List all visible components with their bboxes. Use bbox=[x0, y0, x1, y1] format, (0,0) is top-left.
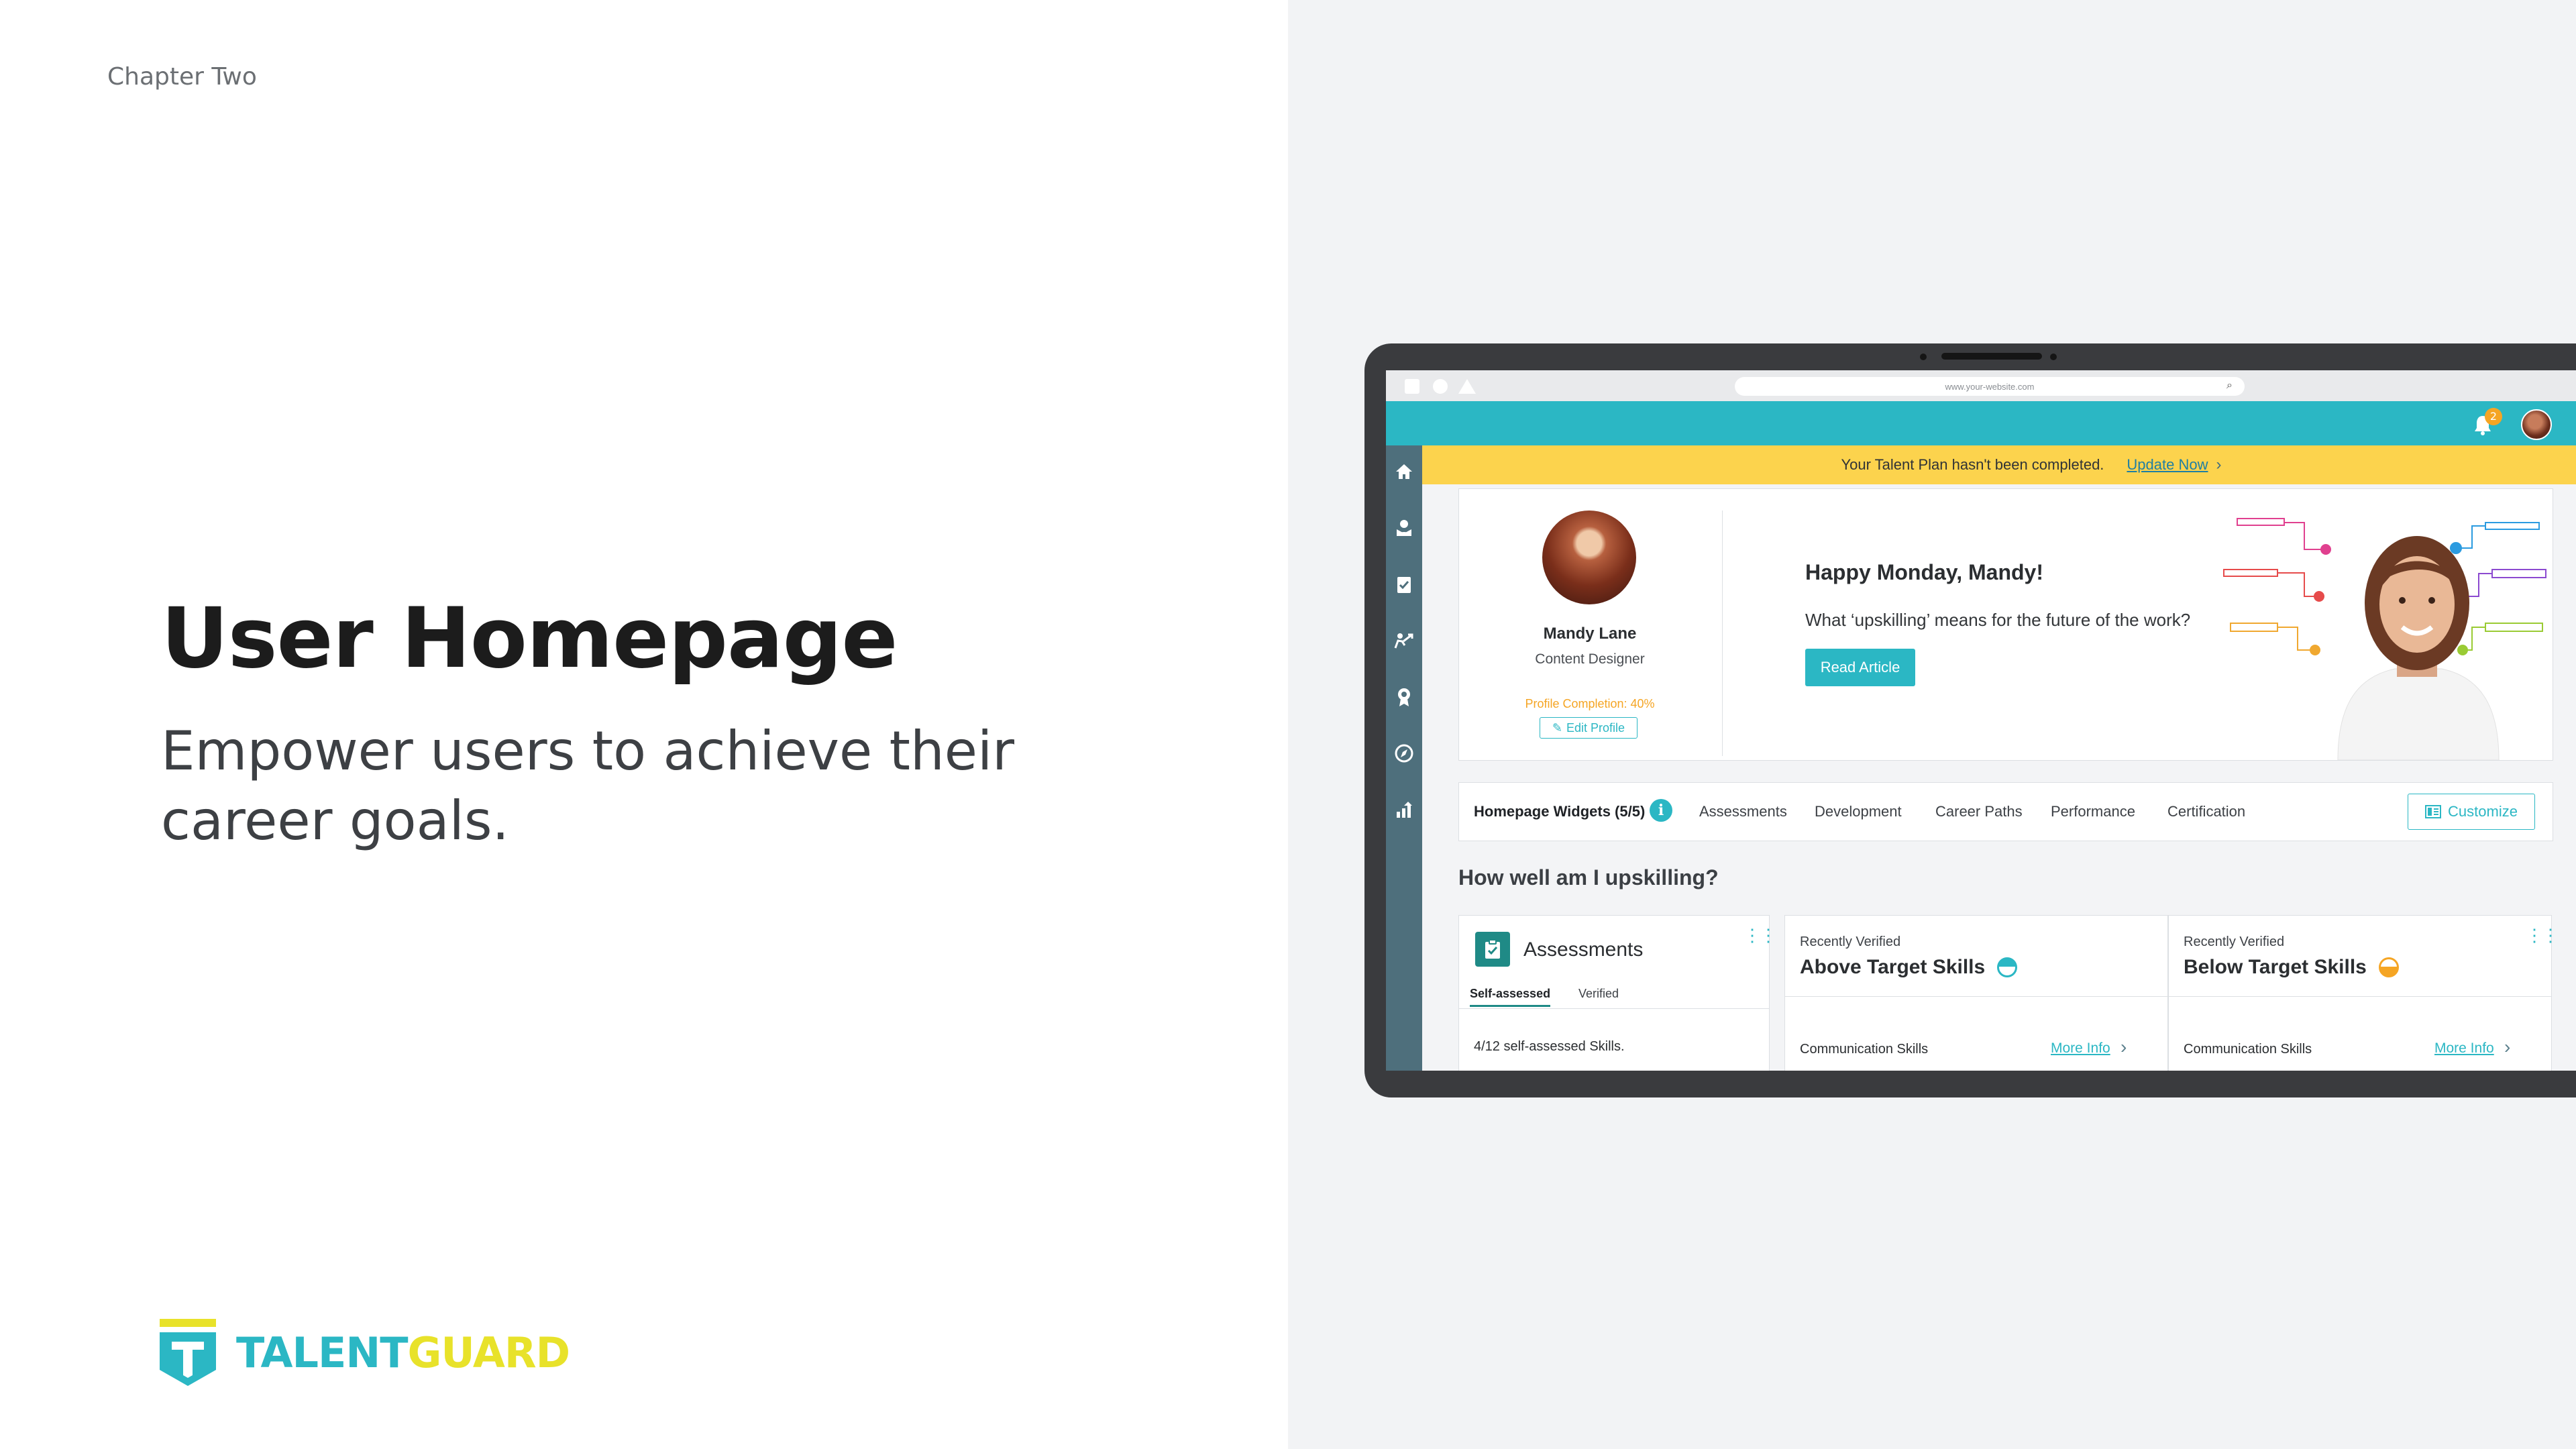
above-target-skills-widget: Recently Verified Above Target Skills Co… bbox=[1784, 915, 2168, 1071]
subtab-verified[interactable]: Verified bbox=[1578, 987, 1619, 1001]
search-icon[interactable]: ⌕ bbox=[2226, 380, 2233, 392]
layout-icon bbox=[2425, 805, 2442, 818]
career-paths-icon[interactable] bbox=[1391, 741, 1417, 766]
browser-triangle-control[interactable] bbox=[1458, 379, 1476, 394]
widgets-tabs-bar: Homepage Widgets (5/5) i Assessments Dev… bbox=[1458, 782, 2553, 841]
logo-text-guard: GUARD bbox=[407, 1328, 571, 1377]
logo-text-talent: TALENT bbox=[236, 1328, 409, 1377]
above-target-indicator-icon bbox=[1997, 957, 2018, 977]
banner-message: Your Talent Plan hasn't been completed. bbox=[1841, 456, 2104, 473]
talentguard-logo: TALENT GUARD bbox=[160, 1319, 570, 1386]
divider bbox=[1785, 996, 2167, 997]
browser-square-control[interactable] bbox=[1405, 379, 1419, 394]
slide-left-panel: Chapter Two User Homepage Empower users … bbox=[0, 0, 1288, 1449]
chevron-right-icon[interactable]: › bbox=[2504, 1036, 2510, 1058]
above-target-title-text: Above Target Skills bbox=[1800, 956, 1986, 978]
divider bbox=[1459, 1008, 1769, 1009]
above-target-title: Above Target Skills bbox=[1800, 956, 2018, 979]
tab-certification[interactable]: Certification bbox=[2167, 803, 2245, 820]
drag-handle-icon[interactable]: ⋮⋮ bbox=[2526, 925, 2559, 946]
url-bar[interactable]: www.your-website.com ⌕ bbox=[1735, 377, 2245, 396]
camera-dot bbox=[1920, 354, 1927, 360]
home-icon[interactable] bbox=[1391, 459, 1417, 484]
camera-dot bbox=[2050, 354, 2057, 360]
profile-completion: Profile Completion: 40% bbox=[1525, 697, 1655, 710]
below-target-title-text: Below Target Skills bbox=[2184, 956, 2367, 978]
notifications-bell-icon[interactable]: 2 bbox=[2470, 408, 2502, 437]
camera-notch bbox=[1941, 353, 2042, 360]
chevron-right-icon[interactable]: › bbox=[2121, 1036, 2127, 1058]
profile-card: Mandy Lane Content Designer Profile Comp… bbox=[1458, 488, 2553, 761]
pencil-icon: ✎ bbox=[1552, 720, 1563, 735]
certification-icon[interactable] bbox=[1391, 684, 1417, 710]
more-info-link[interactable]: More Info bbox=[2051, 1040, 2110, 1057]
clipboard-check-icon bbox=[1475, 932, 1510, 967]
subtab-self-assessed[interactable]: Self-assessed bbox=[1470, 987, 1551, 1007]
url-text: www.your-website.com bbox=[1945, 381, 2035, 392]
tab-assessments[interactable]: Assessments bbox=[1699, 803, 1787, 820]
recently-verified-label: Recently Verified bbox=[1800, 934, 1901, 949]
tab-career-paths[interactable]: Career Paths bbox=[1935, 803, 2023, 820]
edit-profile-label: Edit Profile bbox=[1566, 720, 1625, 735]
section-title: How well am I upskilling? bbox=[1458, 865, 1719, 890]
browser-bar: www.your-website.com ⌕ bbox=[1386, 370, 2576, 402]
drag-handle-icon[interactable]: ⋮⋮ bbox=[1743, 925, 1777, 946]
more-info-link[interactable]: More Info bbox=[2434, 1040, 2494, 1057]
article-question: What ‘upskilling’ means for the future o… bbox=[1805, 610, 2191, 630]
profile-name: Mandy Lane bbox=[1543, 625, 1637, 643]
assessments-title: Assessments bbox=[1523, 938, 1644, 961]
sidebar bbox=[1386, 445, 1422, 1071]
read-article-button[interactable]: Read Article bbox=[1805, 649, 1915, 686]
app-topbar: 2 bbox=[1386, 401, 2576, 445]
slide-title: User Homepage bbox=[161, 590, 898, 687]
tab-homepage-widgets[interactable]: Homepage Widgets (5/5) bbox=[1474, 803, 1645, 820]
customize-button[interactable]: Customize bbox=[2408, 794, 2535, 830]
tab-performance[interactable]: Performance bbox=[2051, 803, 2135, 820]
greeting-heading: Happy Monday, Mandy! bbox=[1805, 560, 2043, 584]
self-assessed-count: 4/12 self-assessed Skills. bbox=[1474, 1039, 1625, 1054]
profile-divider bbox=[1722, 511, 1723, 756]
recently-verified-label: Recently Verified bbox=[2184, 934, 2285, 949]
divider bbox=[2169, 996, 2551, 997]
tab-development[interactable]: Development bbox=[1815, 803, 1902, 820]
info-icon[interactable]: i bbox=[1650, 799, 1672, 822]
slide-subtitle: Empower users to achieve their career go… bbox=[161, 720, 1015, 852]
performance-icon[interactable] bbox=[1391, 797, 1417, 822]
assessment-icon[interactable] bbox=[1391, 572, 1417, 597]
hero-illustration bbox=[2217, 489, 2553, 761]
user-avatar[interactable] bbox=[2521, 409, 2552, 440]
laptop-device: www.your-website.com ⌕ 2 Your Talent Pla… bbox=[1364, 343, 2576, 1097]
skill-row-label: Communication Skills bbox=[2184, 1042, 2312, 1057]
edit-profile-button[interactable]: ✎ Edit Profile bbox=[1540, 717, 1638, 739]
below-target-indicator-icon bbox=[2378, 957, 2399, 977]
assessments-widget: Assessments ⋮⋮ Self-assessed Verified 4/… bbox=[1458, 915, 1777, 1071]
skill-row-label: Communication Skills bbox=[1800, 1042, 1929, 1057]
update-now-link[interactable]: Update Now bbox=[2127, 456, 2208, 474]
below-target-title: Below Target Skills bbox=[2184, 956, 2399, 979]
customize-label: Customize bbox=[2448, 803, 2518, 820]
development-icon[interactable] bbox=[1391, 628, 1417, 653]
talentguard-shield-icon bbox=[160, 1319, 216, 1386]
browser-circle-control[interactable] bbox=[1433, 379, 1448, 394]
chevron-right-icon[interactable]: › bbox=[2216, 455, 2222, 474]
talent-plan-banner: Your Talent Plan hasn't been completed. … bbox=[1422, 445, 2576, 484]
profile-role: Content Designer bbox=[1535, 651, 1645, 667]
profile-icon[interactable] bbox=[1391, 515, 1417, 541]
below-target-skills-widget: Recently Verified Below Target Skills ⋮⋮… bbox=[2168, 915, 2559, 1071]
app-screen: www.your-website.com ⌕ 2 Your Talent Pla… bbox=[1386, 370, 2576, 1071]
profile-photo bbox=[1542, 511, 1636, 604]
notification-count-badge: 2 bbox=[2485, 408, 2502, 425]
chapter-label: Chapter Two bbox=[107, 63, 257, 91]
